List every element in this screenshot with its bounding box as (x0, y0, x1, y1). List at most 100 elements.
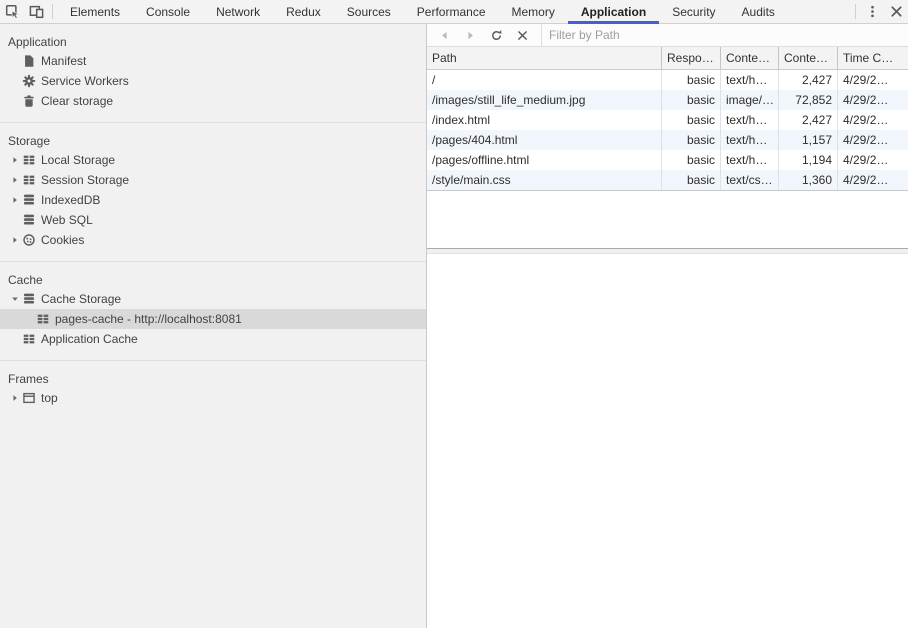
database-icon (22, 213, 36, 227)
grid-body: / basic text/h… 2,427 4/29/2…/images/still_l… (427, 70, 908, 191)
gear-icon (22, 74, 36, 88)
tab-network[interactable]: Network (203, 0, 273, 23)
column-header-time-c-4[interactable]: Time C… (837, 47, 908, 69)
device-toolbar-icon (29, 4, 44, 19)
toolbar-separator (855, 4, 856, 19)
section-items: Cache Storage pages-cache - http://local… (0, 289, 426, 349)
cell: text/h… (720, 150, 778, 170)
more-options-button[interactable] (860, 0, 884, 23)
device-toolbar-button[interactable] (24, 0, 48, 23)
triangle-right-icon[interactable] (8, 230, 22, 250)
devtools-window: Elements Console Network Redux Sources Perfor… (0, 0, 908, 628)
toolbar-separator (52, 4, 53, 19)
sidebar-item-web-sql[interactable]: Web SQL (0, 210, 426, 230)
tab-security[interactable]: Security (659, 0, 728, 23)
sidebar-item-label: Cookies (41, 233, 85, 247)
triangle-right-icon[interactable] (8, 150, 22, 170)
cell: basic (661, 150, 720, 170)
cell: /images/still_life_medium.jpg (432, 93, 586, 107)
triangle-right-icon[interactable] (8, 190, 22, 210)
sidebar-item-clear-storage[interactable]: Clear storage (0, 91, 426, 111)
tab-console[interactable]: Console (133, 0, 203, 23)
sidebar-item-manifest[interactable]: Manifest (0, 51, 426, 71)
cell: 1,157 (778, 130, 837, 150)
tri-slot (8, 210, 22, 230)
cell: /style/main.css (432, 173, 511, 187)
sidebar-item-label: Clear storage (41, 94, 114, 108)
cookie-icon (22, 233, 36, 247)
tri-slot (22, 309, 36, 329)
section-title: Cache (8, 273, 43, 287)
sidebar-item-label: Local Storage (41, 153, 116, 167)
tab-elements[interactable]: Elements (57, 0, 133, 23)
tri-slot (8, 329, 22, 349)
table-row[interactable]: /index.html basic text/h… 2,427 4/29/2… (427, 110, 908, 130)
tri-slot (8, 91, 22, 111)
section-title: Storage (8, 134, 51, 148)
section-items: top (0, 388, 426, 408)
table-row[interactable]: /pages/offline.html basic text/h… 1,194 4/29… (427, 150, 908, 170)
table-row[interactable]: /style/main.css basic text/cs… 1,360 4/29/2… (427, 170, 908, 190)
section-storage: Storage Local Storage Session Storage In… (0, 123, 426, 262)
cell: 4/29/2… (837, 130, 908, 150)
sidebar-item-cache-storage[interactable]: Cache Storage (0, 289, 426, 309)
delete-button[interactable] (509, 24, 535, 46)
triangle-right-icon[interactable] (8, 388, 22, 408)
sidebar-item-top[interactable]: top (0, 388, 426, 408)
tab-sources[interactable]: Sources (334, 0, 404, 23)
sidebar-item-session-storage[interactable]: Session Storage (0, 170, 426, 190)
cell: /index.html (432, 113, 491, 127)
forward-button[interactable] (457, 24, 483, 46)
close-devtools-button[interactable] (884, 0, 908, 23)
refresh-button[interactable] (483, 24, 509, 46)
table-icon (36, 312, 50, 326)
tab-performance[interactable]: Performance (404, 0, 499, 23)
cell: 1,194 (778, 150, 837, 170)
manifest-icon (22, 54, 36, 68)
table-row[interactable]: / basic text/h… 2,427 4/29/2… (427, 70, 908, 90)
grid-toolbar (427, 24, 908, 47)
tab-label: Memory (511, 4, 555, 19)
close-icon (889, 4, 904, 19)
table-row[interactable]: /images/still_life_medium.jpg basic image/… (427, 90, 908, 110)
tab-audits[interactable]: Audits (729, 0, 788, 23)
cell: 4/29/2… (837, 70, 908, 90)
cell: text/h… (720, 110, 778, 130)
grid-empty-area (427, 191, 908, 248)
table-icon (22, 173, 36, 187)
tab-label: Performance (416, 4, 486, 19)
column-header-respo-1[interactable]: Respo… (661, 47, 720, 69)
tab-application[interactable]: Application (567, 0, 660, 24)
sidebar-item-local-storage[interactable]: Local Storage (0, 150, 426, 170)
tab-memory[interactable]: Memory (499, 0, 568, 23)
cell: 2,427 (778, 70, 837, 90)
section-frames: Frames top (0, 361, 426, 419)
table-icon (22, 332, 36, 346)
sidebar-item-pages-cache-http-localhost-8081[interactable]: pages-cache - http://localhost:8081 (0, 309, 426, 329)
tab-redux[interactable]: Redux (273, 0, 334, 23)
table-row[interactable]: /pages/404.html basic text/h… 1,157 4/29/2… (427, 130, 908, 150)
column-header-conte-2[interactable]: Conte… (720, 47, 778, 69)
cell: basic (661, 130, 720, 150)
cell: text/h… (720, 130, 778, 150)
forward-icon (464, 29, 477, 42)
sidebar-item-label: Web SQL (41, 213, 93, 227)
sidebar-item-application-cache[interactable]: Application Cache (0, 329, 426, 349)
cell: 4/29/2… (837, 110, 908, 130)
sidebar-item-indexeddb[interactable]: IndexedDB (0, 190, 426, 210)
column-header-path-0[interactable]: Path (427, 47, 661, 69)
sidebar-item-cookies[interactable]: Cookies (0, 230, 426, 250)
column-header-conte-3[interactable]: Conte… (778, 47, 837, 69)
triangle-right-icon[interactable] (8, 170, 22, 190)
triangle-down-icon[interactable] (8, 289, 22, 309)
section-items: Manifest Service Workers Clear storage (0, 51, 426, 111)
sidebar-item-label: Service Workers (41, 74, 129, 88)
sidebar-item-service-workers[interactable]: Service Workers (0, 71, 426, 91)
cell: 4/29/2… (837, 170, 908, 190)
filter-input[interactable] (542, 24, 908, 46)
back-button[interactable] (431, 24, 457, 46)
sidebar-item-label: Cache Storage (41, 292, 122, 306)
section-title: Frames (8, 372, 49, 386)
inspect-button[interactable] (0, 0, 24, 23)
